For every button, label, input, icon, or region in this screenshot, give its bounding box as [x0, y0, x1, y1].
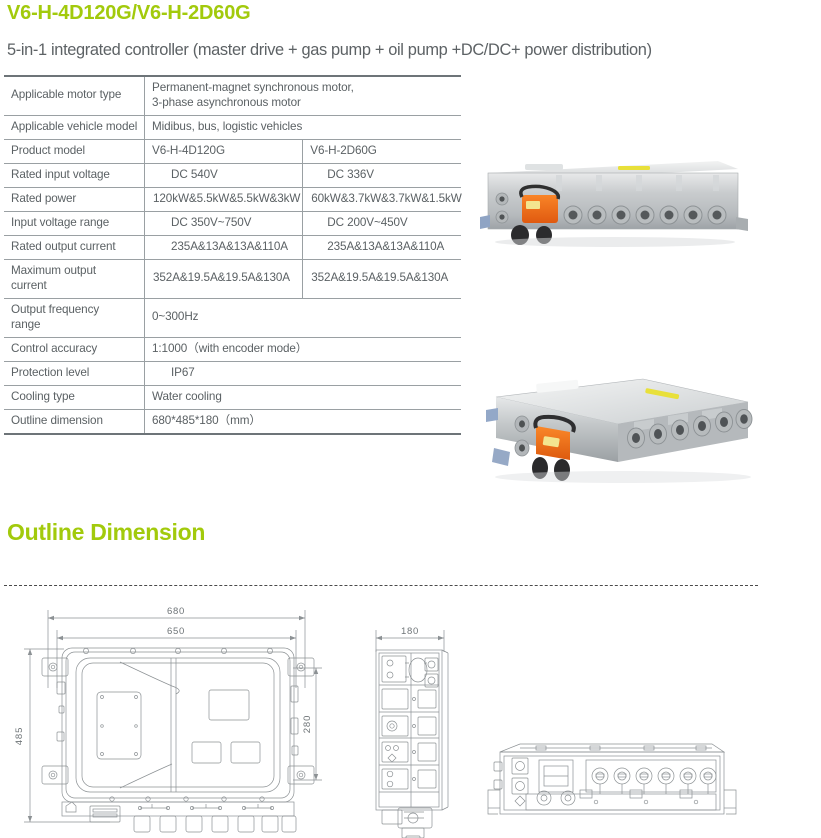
table-row: Applicable vehicle model Midibus, bus, l… [4, 115, 461, 140]
spec-value: 680*485*180（mm） [144, 409, 461, 435]
spec-value-b: 352A&19.5A&19.5A&130A [302, 259, 461, 299]
page-title: V6-H-4D120G/V6-H-2D60G [7, 2, 251, 24]
spec-value-line2: 3-phase asynchronous motor [152, 95, 301, 109]
spec-label-line2: current [11, 278, 47, 292]
table-row: Applicable motor type Permanent-magnet s… [4, 74, 461, 116]
spec-label-line1: Maximum output [11, 263, 96, 277]
spec-value: Water cooling [144, 385, 461, 410]
spec-label: Rated power [4, 187, 145, 212]
table-row: Output frequency range 0~300Hz [4, 298, 461, 338]
spec-value: Permanent-magnet synchronous motor, 3-ph… [144, 74, 461, 116]
spec-label: Applicable motor type [4, 74, 145, 116]
spec-label: Input voltage range [4, 211, 145, 236]
controller-photo-angled [486, 378, 753, 483]
spec-label: Outline dimension [4, 409, 145, 435]
table-row: Protection level IP67 [4, 361, 461, 386]
spec-label: Product model [4, 139, 145, 164]
spec-value-b: DC 336V [302, 163, 461, 188]
spec-value-a: 120kW&5.5kW&5.5kW&3kW [144, 187, 303, 212]
spec-value-a: 352A&19.5A&19.5A&130A [144, 259, 303, 299]
drawing-top-view [24, 610, 322, 833]
spec-label-line2: range [11, 317, 41, 331]
spec-label: Rated output current [4, 235, 145, 260]
spec-value: Midibus, bus, logistic vehicles [144, 115, 461, 140]
spec-label: Maximum output current [4, 259, 145, 299]
spec-value: 0~300Hz [144, 298, 461, 338]
product-subtitle: 5-in-1 integrated controller (master dri… [7, 41, 652, 59]
spec-value-b: 60kW&3.7kW&3.7kW&1.5kW [302, 187, 462, 212]
table-row: Rated input voltage DC 540V DC 336V [4, 163, 461, 188]
spec-value-a: V6-H-4D120G [144, 139, 303, 164]
drawing-front-view [487, 743, 737, 815]
dim-label-680: 680 [167, 606, 185, 617]
dim-label-280: 280 [302, 715, 313, 734]
spec-label: Output frequency range [4, 298, 145, 338]
spec-value-a: DC 350V~750V [144, 211, 303, 236]
spec-value-line1: Permanent-magnet synchronous motor, [152, 81, 354, 94]
spec-label: Cooling type [4, 385, 145, 410]
spec-label: Applicable vehicle model [4, 115, 145, 140]
section-title-outline-dimension: Outline Dimension [7, 519, 206, 545]
dim-label-485: 485 [14, 727, 25, 746]
spec-label: Protection level [4, 361, 145, 386]
spec-value-b: DC 200V~450V [302, 211, 461, 236]
table-row: Rated power 120kW&5.5kW&5.5kW&3kW 60kW&3… [4, 187, 462, 212]
table-row: Cooling type Water cooling [4, 385, 461, 410]
spec-value-b: V6-H-2D60G [302, 139, 461, 164]
table-row: Control accuracy 1:1000（with encoder mod… [4, 337, 461, 362]
spec-label: Control accuracy [4, 337, 145, 362]
specification-table: Applicable motor type Permanent-magnet s… [4, 74, 462, 435]
section-divider [4, 585, 758, 586]
spec-value: IP67 [144, 361, 461, 386]
spec-value: 1:1000（with encoder mode） [144, 337, 461, 362]
table-row: Outline dimension 680*485*180（mm） [4, 409, 461, 435]
spec-value-b: 235A&13A&13A&110A [302, 235, 461, 260]
spec-value-a: DC 540V [144, 163, 303, 188]
table-row: Input voltage range DC 350V~750V DC 200V… [4, 211, 461, 236]
table-row: Rated output current 235A&13A&13A&110A 2… [4, 235, 461, 260]
table-row: Product model V6-H-4D120G V6-H-2D60G [4, 139, 461, 164]
dim-label-650: 650 [167, 626, 185, 637]
drawing-side-view [375, 630, 449, 838]
spec-value-a: 235A&13A&13A&110A [144, 235, 303, 260]
table-row: Maximum output current 352A&19.5A&19.5A&… [4, 259, 461, 299]
spec-label-line1: Output frequency [11, 302, 100, 316]
spec-label: Rated input voltage [4, 163, 145, 188]
dim-label-180: 180 [401, 626, 419, 637]
outline-dimension-drawings: 680 650 485 280 180 [14, 606, 737, 838]
controller-photo-front [480, 161, 748, 247]
